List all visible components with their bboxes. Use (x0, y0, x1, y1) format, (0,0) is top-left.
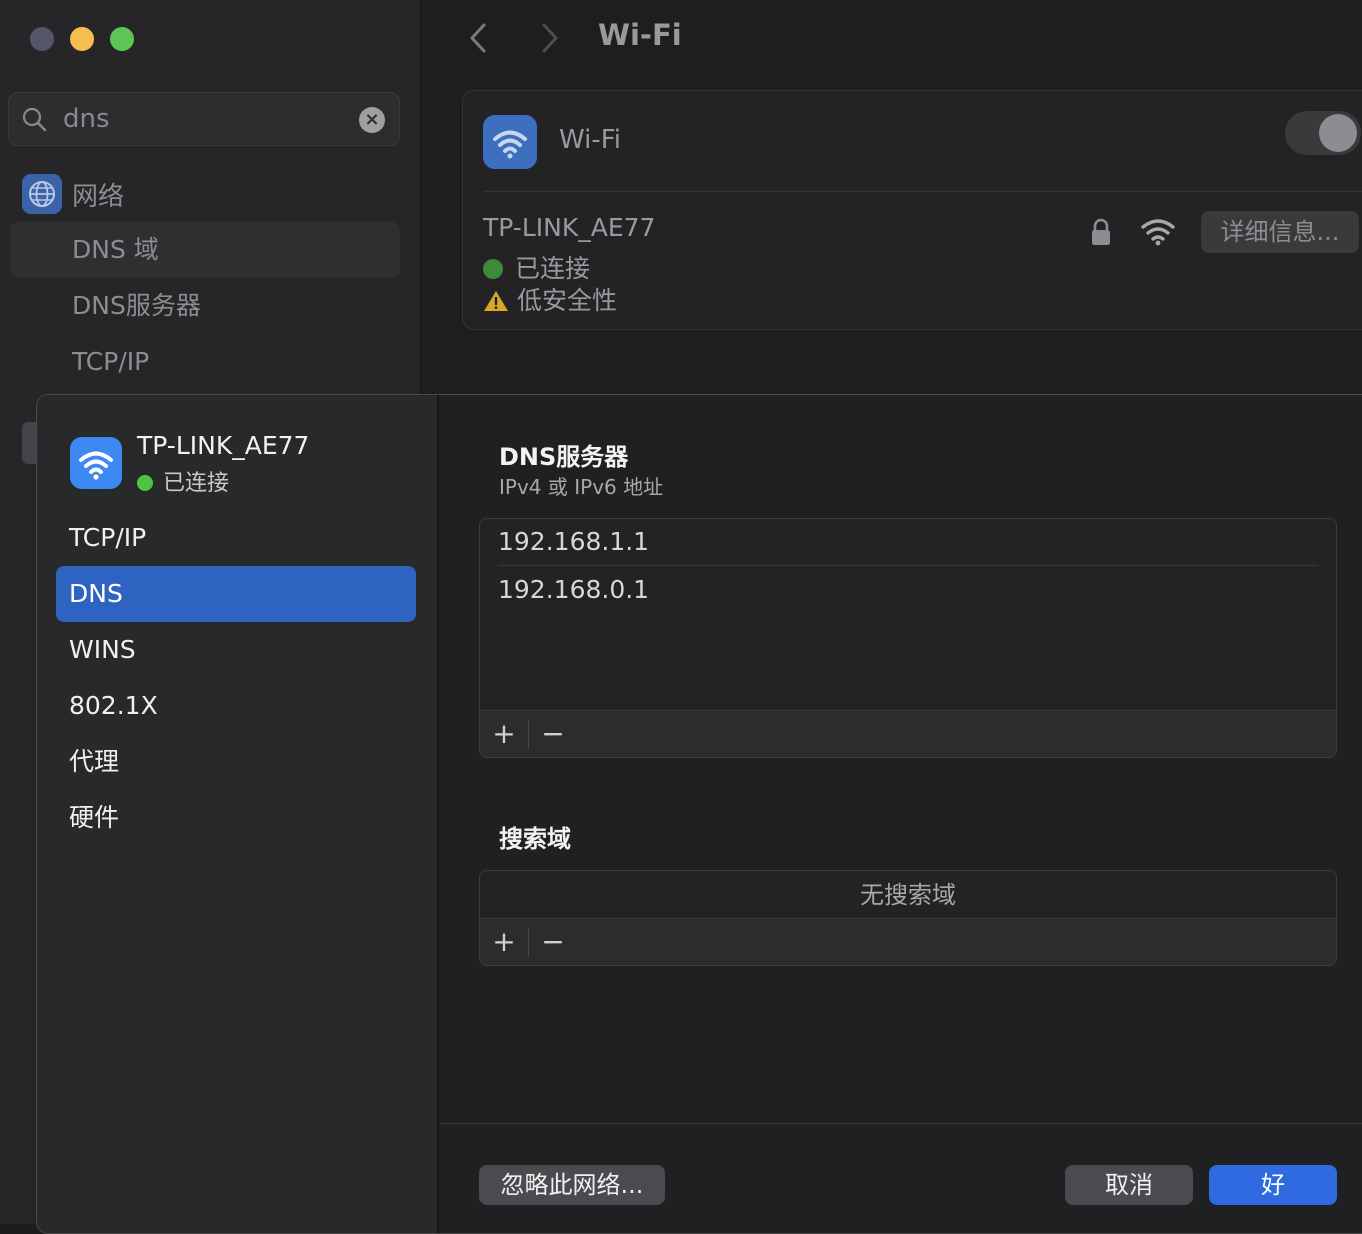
network-name: TP-LINK_AE77 (483, 213, 656, 242)
wifi-icon (70, 437, 122, 489)
sidebar-item-dns-domain[interactable]: DNS 域 (10, 222, 400, 278)
dns-server-row[interactable]: 192.168.1.1 (498, 519, 1318, 566)
connected-dot (483, 259, 503, 279)
network-status: 已连接 (483, 249, 590, 285)
dns-server-list: 192.168.1.1 192.168.0.1 + − (479, 518, 1337, 758)
forget-network-button[interactable]: 忽略此网络... (479, 1165, 665, 1205)
dialog-content: DNS服务器 IPv4 或 IPv6 地址 192.168.1.1 192.16… (439, 395, 1362, 1233)
wifi-card: Wi-Fi TP-LINK_AE77 已连接 低安全性 详细信息... (462, 90, 1362, 330)
dialog-sidebar: TP-LINK_AE77 已连接 TCP/IP DNS WINS 802.1X … (37, 395, 439, 1233)
window-maximize-button[interactable] (110, 27, 134, 51)
dns-server-row[interactable]: 192.168.0.1 (498, 567, 1318, 613)
search-icon (22, 107, 47, 132)
back-icon[interactable] (466, 22, 490, 54)
sidebar-item-tcpip[interactable]: TCP/IP (10, 334, 400, 390)
dialog-nav-wins[interactable]: WINS (56, 622, 416, 678)
dialog-network-name: TP-LINK_AE77 (137, 431, 310, 460)
connected-dot (137, 475, 153, 491)
footer-divider (439, 1123, 1362, 1124)
window-minimize-button[interactable] (70, 27, 94, 51)
remove-search-domain-button[interactable]: − (529, 919, 577, 965)
ok-button[interactable]: 好 (1209, 1165, 1337, 1205)
dialog-nav-hardware[interactable]: 硬件 (56, 790, 416, 846)
lock-icon (1092, 218, 1110, 245)
details-button[interactable]: 详细信息... (1201, 211, 1359, 253)
dialog-nav-tcpip[interactable]: TCP/IP (56, 510, 416, 566)
dialog-nav-8021x[interactable]: 802.1X (56, 678, 416, 734)
cancel-button[interactable]: 取消 (1065, 1165, 1193, 1205)
window-close-button[interactable] (30, 27, 54, 51)
search-field[interactable]: dns × (8, 92, 400, 146)
network-security: 低安全性 (483, 281, 617, 317)
globe-icon (22, 174, 62, 214)
dns-servers-subtitle: IPv4 或 IPv6 地址 (499, 475, 664, 499)
search-domain-list: 无搜索域 + − (479, 870, 1337, 966)
dialog-nav-dns[interactable]: DNS (56, 566, 416, 622)
network-details-dialog: TP-LINK_AE77 已连接 TCP/IP DNS WINS 802.1X … (36, 394, 1362, 1234)
add-dns-button[interactable]: + (480, 711, 528, 757)
clear-search-icon[interactable]: × (359, 107, 385, 133)
dns-list-toolbar: + − (480, 710, 1336, 757)
add-search-domain-button[interactable]: + (480, 919, 528, 965)
search-domains-title: 搜索域 (499, 825, 571, 853)
empty-search-domains: 无搜索域 (860, 881, 956, 909)
warning-icon (484, 291, 508, 311)
dialog-network-status: 已连接 (137, 465, 229, 497)
toggle-knob (1319, 114, 1357, 152)
wifi-toggle-label: Wi-Fi (559, 125, 622, 155)
page-title: Wi-Fi (598, 18, 682, 52)
divider (483, 191, 1362, 192)
remove-dns-button[interactable]: − (529, 711, 577, 757)
wifi-icon (483, 115, 537, 169)
dialog-nav-proxy[interactable]: 代理 (56, 734, 416, 790)
search-input[interactable]: dns (63, 104, 110, 134)
wifi-toggle[interactable] (1285, 111, 1361, 155)
search-domain-toolbar: + − (480, 918, 1336, 965)
wifi-signal-icon (1141, 219, 1175, 246)
forward-icon[interactable] (538, 22, 562, 54)
dns-servers-title: DNS服务器 (499, 443, 629, 471)
sidebar-item-dns-server[interactable]: DNS服务器 (10, 278, 400, 334)
sidebar-section-label: 网络 (72, 182, 125, 212)
